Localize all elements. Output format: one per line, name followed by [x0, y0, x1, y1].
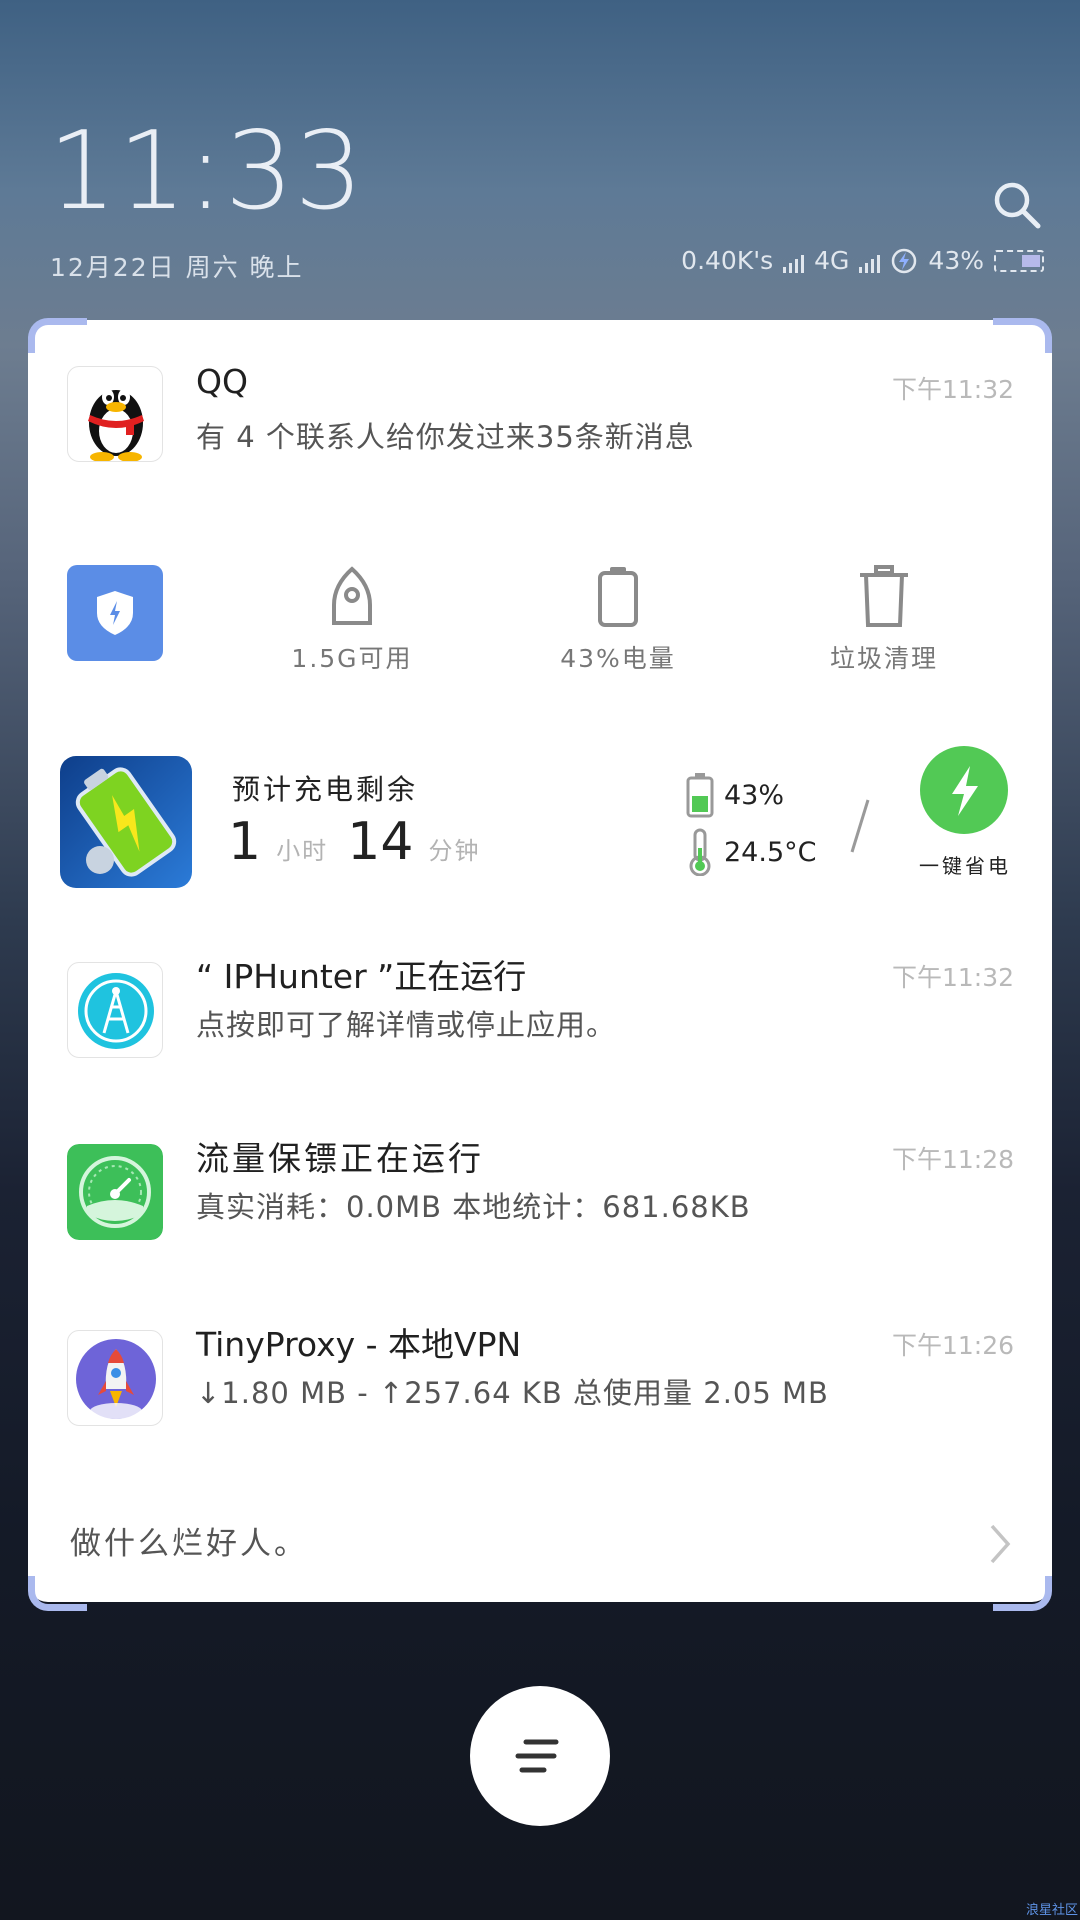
lockscreen-date: 12月22日 周六 晚上 — [50, 253, 304, 282]
network-speed: 0.40K's — [681, 246, 774, 275]
lockscreen-clock: 11:33 — [48, 109, 365, 234]
iphunter-app-icon — [67, 962, 163, 1058]
antenna-icon — [78, 973, 154, 1049]
lightning-icon — [952, 766, 978, 816]
rocket-icon — [76, 1339, 156, 1419]
shield-icon — [97, 591, 133, 635]
notification-time: 下午11:32 — [891, 963, 1014, 992]
panel-corner-accent — [993, 1576, 1052, 1611]
power-save-label: 一键省电 — [919, 854, 1011, 878]
battery-percent: 43% — [928, 246, 984, 275]
notification-qq[interactable]: QQ 有 4 个联系人给你发过来35条新消息 下午11:32 — [28, 358, 1052, 488]
panel-corner-accent — [28, 318, 87, 353]
battery-charge-icon — [75, 767, 177, 877]
divider-slash — [850, 799, 870, 853]
tinyproxy-app-icon — [67, 1330, 163, 1426]
notification-title: 流量保镖正在运行 — [196, 1139, 484, 1178]
memory-tool[interactable]: 1.5G可用 — [252, 565, 452, 675]
battery-tool[interactable]: 43%电量 — [518, 565, 718, 675]
charge-remaining-label: 预计充电剩余 — [232, 773, 419, 806]
notification-tinyproxy[interactable]: TinyProxy - 本地VPN ↓1.80 MB - ↑257.64 KB … — [28, 1316, 1052, 1436]
memory-label: 1.5G可用 — [291, 644, 413, 673]
search-button[interactable] — [988, 176, 1046, 234]
notification-panel: QQ 有 4 个联系人给你发过来35条新消息 下午11:32 1.5G可用 43… — [28, 320, 1052, 1602]
notification-title: QQ — [196, 362, 248, 401]
notification-iphunter[interactable]: “ IPHunter ”正在运行 点按即可了解详情或停止应用。 下午11:32 — [28, 948, 1052, 1068]
notification-title: “ IPHunter ”正在运行 — [196, 957, 527, 996]
gauge-icon — [67, 1144, 163, 1240]
quick-tools-row: 1.5G可用 43%电量 垃圾清理 — [28, 565, 1052, 685]
battery-doctor-app-icon — [60, 756, 192, 888]
temperature-value: 24.5°C — [724, 836, 817, 868]
battery-icon — [598, 567, 638, 627]
signal-icon — [859, 249, 881, 273]
charging-widget[interactable]: 预计充电剩余 1 小时 14 分钟 43% 24.5°C 一键省电 — [28, 746, 1052, 896]
battery-level-value: 43% — [724, 779, 785, 811]
rocket-icon — [332, 566, 372, 625]
notification-time: 下午11:32 — [891, 375, 1014, 404]
battery-icon — [994, 249, 1044, 272]
signal-icon — [783, 249, 805, 273]
charge-hours: 1 — [228, 812, 262, 872]
notification-time: 下午11:28 — [891, 1145, 1014, 1174]
clean-tool[interactable]: 垃圾清理 — [784, 565, 984, 675]
battery-label: 43%电量 — [560, 644, 676, 673]
network-type: 4G — [814, 246, 850, 275]
notification-title: TinyProxy - 本地VPN — [196, 1325, 522, 1364]
notification-text: 有 4 个联系人给你发过来35条新消息 — [196, 420, 695, 454]
thermometer-icon — [689, 828, 711, 876]
temperature-readout: 24.5°C — [686, 828, 816, 876]
chevron-right-icon[interactable] — [986, 1522, 1014, 1566]
signature-text: 做什么烂好人。 — [70, 1526, 308, 1562]
charge-remaining-time: 1 小时 14 分钟 — [228, 812, 481, 872]
notification-text: ↓1.80 MB - ↑257.64 KB 总使用量 2.05 MB — [196, 1376, 829, 1410]
traffic-guard-app-icon — [67, 1144, 163, 1240]
signature-row[interactable]: 做什么烂好人。 — [28, 1500, 1052, 1600]
qq-app-icon — [67, 366, 163, 462]
search-icon — [994, 182, 1041, 229]
trash-icon — [860, 565, 908, 627]
battery-readout: 43% — [686, 772, 784, 818]
charge-hours-unit: 小时 — [276, 837, 329, 865]
notification-traffic-guard[interactable]: 流量保镖正在运行 真实消耗：0.0MB 本地统计：681.68KB 下午11:2… — [28, 1130, 1052, 1250]
notification-time: 下午11:26 — [891, 1331, 1014, 1360]
penguin-icon — [88, 389, 144, 461]
clean-label: 垃圾清理 — [829, 644, 938, 673]
charge-minutes: 14 — [347, 812, 414, 872]
menu-button[interactable] — [470, 1686, 610, 1826]
panel-corner-accent — [28, 1576, 87, 1611]
charge-minutes-unit: 分钟 — [428, 837, 481, 865]
charging-icon — [892, 248, 917, 273]
panel-corner-accent — [993, 318, 1052, 353]
notification-text: 点按即可了解详情或停止应用。 — [196, 1008, 617, 1042]
status-bar: 0.40K's 4G 43% — [681, 246, 1044, 275]
watermark: 浪星社区 — [1025, 1903, 1078, 1918]
battery-level-icon — [686, 773, 714, 818]
menu-lines-icon — [515, 1739, 559, 1773]
security-app-button[interactable] — [67, 565, 163, 661]
notification-text: 真实消耗：0.0MB 本地统计：681.68KB — [196, 1190, 751, 1224]
power-save-button[interactable] — [920, 746, 1008, 834]
